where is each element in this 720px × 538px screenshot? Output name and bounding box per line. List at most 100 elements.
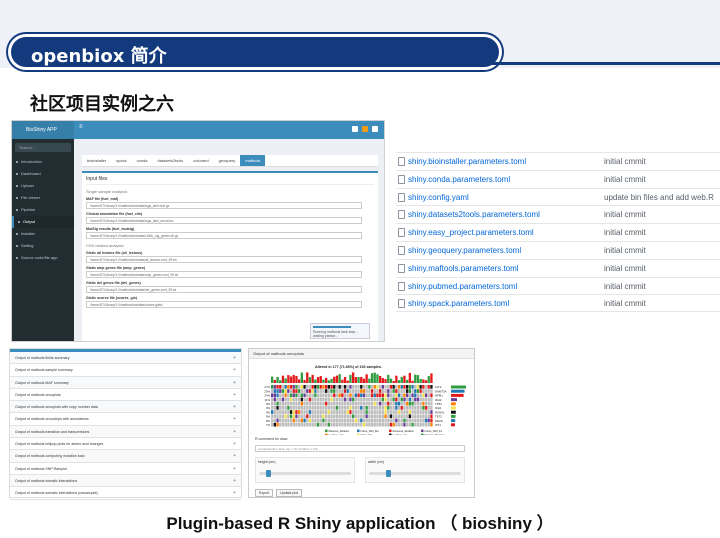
tab-bioinstaller[interactable]: bioinstaller (82, 155, 111, 166)
file-name-link[interactable]: shiny.conda.parameters.toml (408, 175, 510, 184)
file-path-select[interactable]: /home/l27/Library/1.0/maftools/extdata/L… (86, 232, 363, 239)
notification-icon[interactable] (362, 126, 368, 132)
oncoplot-cell (327, 397, 330, 402)
tab-spack[interactable]: spack (111, 155, 131, 166)
file-path-select[interactable]: /home/l27/Library/1.0/maftools/extdata/a… (86, 271, 363, 278)
oncoplot-cell (384, 414, 387, 419)
oncoplot-cell (362, 418, 366, 423)
oncoplot-cell (430, 414, 433, 419)
file-name-link[interactable]: shiny.geoquery.parameters.toml (408, 246, 521, 255)
accordion-item[interactable]: Output of maftools somatic interactions (10, 474, 241, 488)
oncoplot-cell (389, 418, 393, 423)
file-name-link[interactable]: shiny.easy_project.parameters.toml (408, 228, 534, 237)
commit-message-link[interactable]: initial cmmit (604, 299, 646, 308)
file-name-link[interactable]: shiny.config.yaml (408, 193, 469, 202)
oncoplot-cell (357, 422, 360, 427)
commit-message-link[interactable]: initial cmmit (604, 246, 646, 255)
oncoplot-cell (368, 393, 371, 398)
oncoplot-cell (343, 418, 347, 423)
oncoplot-cell (287, 397, 290, 402)
commit-message-link[interactable]: initial cmmit (604, 175, 646, 184)
file-path-select[interactable]: /home/l27/Library/1.0/maftools/extdata/a… (86, 256, 363, 263)
file-path-select[interactable]: /home/l27/Library/1.0/maftools/extdata/s… (86, 301, 363, 308)
accordion-item[interactable]: Output of maftools lollipop plots for am… (10, 438, 241, 451)
tmb-bar (306, 372, 309, 383)
export-button[interactable]: Export (255, 489, 274, 497)
settings-icon[interactable] (372, 126, 378, 132)
oncoplot-cell (376, 385, 379, 389)
commit-message-link[interactable]: update bin files and add web.R (604, 193, 714, 202)
commit-message-link[interactable]: initial cmmit (604, 282, 646, 291)
commit-message-link[interactable]: initial cmmit (604, 210, 646, 219)
sidebar-item[interactable]: Introduction (12, 156, 74, 168)
share-icon[interactable] (352, 126, 358, 132)
sidebar-item[interactable]: Source code/file app (12, 252, 74, 264)
accordion-item[interactable]: Output of maftools MAF summary (10, 376, 241, 389)
menu-icon[interactable]: ≡ (79, 124, 83, 130)
commit-message-link[interactable]: initial cmmit (604, 157, 646, 166)
file-name-link[interactable]: shiny.datasets2tools.parameters.toml (408, 210, 540, 219)
accordion-item[interactable]: Output of maftools fields summary (10, 352, 241, 365)
tmb-bar (424, 380, 428, 383)
oncoplot-cell (276, 397, 279, 402)
update-plot-button[interactable]: Update plot (276, 489, 303, 497)
sidebar-item[interactable]: Dashboard (12, 168, 74, 180)
toast-text: Running maftools task step... waiting pl… (313, 330, 359, 338)
tmb-bar (273, 379, 276, 383)
oncoplot-cell (316, 406, 320, 410)
height-slider[interactable] (259, 470, 351, 477)
oncoplot-cell (416, 385, 420, 389)
slider-handle[interactable] (385, 470, 391, 477)
tab-colorand[interactable]: colorand (188, 155, 213, 166)
tmb-bar (414, 374, 417, 383)
oncoplot-cell (376, 422, 379, 427)
accordion-item[interactable]: Output of maftools SNP Rainplot (10, 463, 241, 475)
file-path-select[interactable]: /home/l27/Library/1.0/maftools/extdata/d… (86, 286, 363, 293)
accordion-item[interactable]: Output of maftools sample summary (10, 364, 241, 377)
tab-conda[interactable]: conda (132, 155, 153, 166)
oncoplot-cell (343, 397, 347, 402)
accordion-item[interactable]: Output of maftools transition and transv… (10, 425, 241, 439)
oncoplot-cell (362, 414, 366, 419)
sidebar-item[interactable]: Pipeline (12, 204, 74, 216)
accordion-item[interactable]: Output of maftools oncoplots with copy n… (10, 401, 241, 414)
file-name-link[interactable]: shiny.bioinstaller.parameters.toml (408, 157, 526, 166)
oncoplot-cell (271, 414, 274, 419)
commit-message-link[interactable]: initial cmmit (604, 264, 646, 273)
accordion-item[interactable]: Output of maftools oncostrips with annot… (10, 413, 241, 426)
file-name-link[interactable]: shiny.maftools.parameters.toml (408, 264, 519, 273)
slider-handle[interactable] (266, 470, 272, 477)
accordion-item[interactable]: Output of maftools computing mutation lo… (10, 450, 241, 463)
file-name-link[interactable]: shiny.pubmed.parameters.toml (408, 282, 517, 291)
file-path-select[interactable]: /home/l27/Library/1.0/maftools/extdata/t… (86, 217, 363, 224)
tmb-bar (354, 377, 357, 383)
commit-message-link[interactable]: initial cmmit (604, 228, 646, 237)
app-header: ≡ (74, 121, 384, 139)
tab-datasets2tools[interactable]: datasets2tools (152, 155, 188, 166)
sidebar-item[interactable]: Installer (12, 228, 74, 240)
tmb-bar (397, 380, 401, 383)
oncoplot-cell (292, 389, 295, 393)
oncoplot-cell (406, 414, 409, 419)
accordion-item[interactable]: Output of maftools oncoplots (10, 389, 241, 402)
legend-label: Missense_Mutation (329, 430, 350, 433)
tab-geoquery[interactable]: geoquery (214, 155, 241, 166)
width-slider[interactable] (369, 470, 461, 477)
sidebar-item[interactable]: Upload (12, 180, 74, 192)
sidebar-item[interactable]: File viewer (12, 192, 74, 204)
oncoplot-cell (373, 401, 376, 406)
sidebar-item[interactable]: Setting (12, 240, 74, 252)
command-input[interactable]: oncoplot(maf = laml, top = 10, fontSize … (255, 445, 465, 452)
oncoplot-cell (311, 401, 314, 406)
oncoplot-cell (322, 418, 325, 423)
tmb-bar (406, 379, 409, 383)
sidebar-search-input[interactable]: Search... (15, 143, 71, 152)
file-name-link[interactable]: shiny.spack.parameters.toml (408, 299, 509, 308)
accordion-item[interactable]: Output of maftools somatic interactions … (10, 487, 241, 500)
tab-maftools[interactable]: maftools (240, 155, 266, 166)
oncoplot-cell (376, 393, 379, 398)
file-path-select[interactable]: /home/l27/Library/1.0/maftools/extdata/t… (86, 202, 363, 209)
oncoplot-cell (276, 389, 279, 393)
sidebar-item[interactable]: Output (12, 216, 74, 228)
oncoplot-cell (273, 385, 276, 389)
